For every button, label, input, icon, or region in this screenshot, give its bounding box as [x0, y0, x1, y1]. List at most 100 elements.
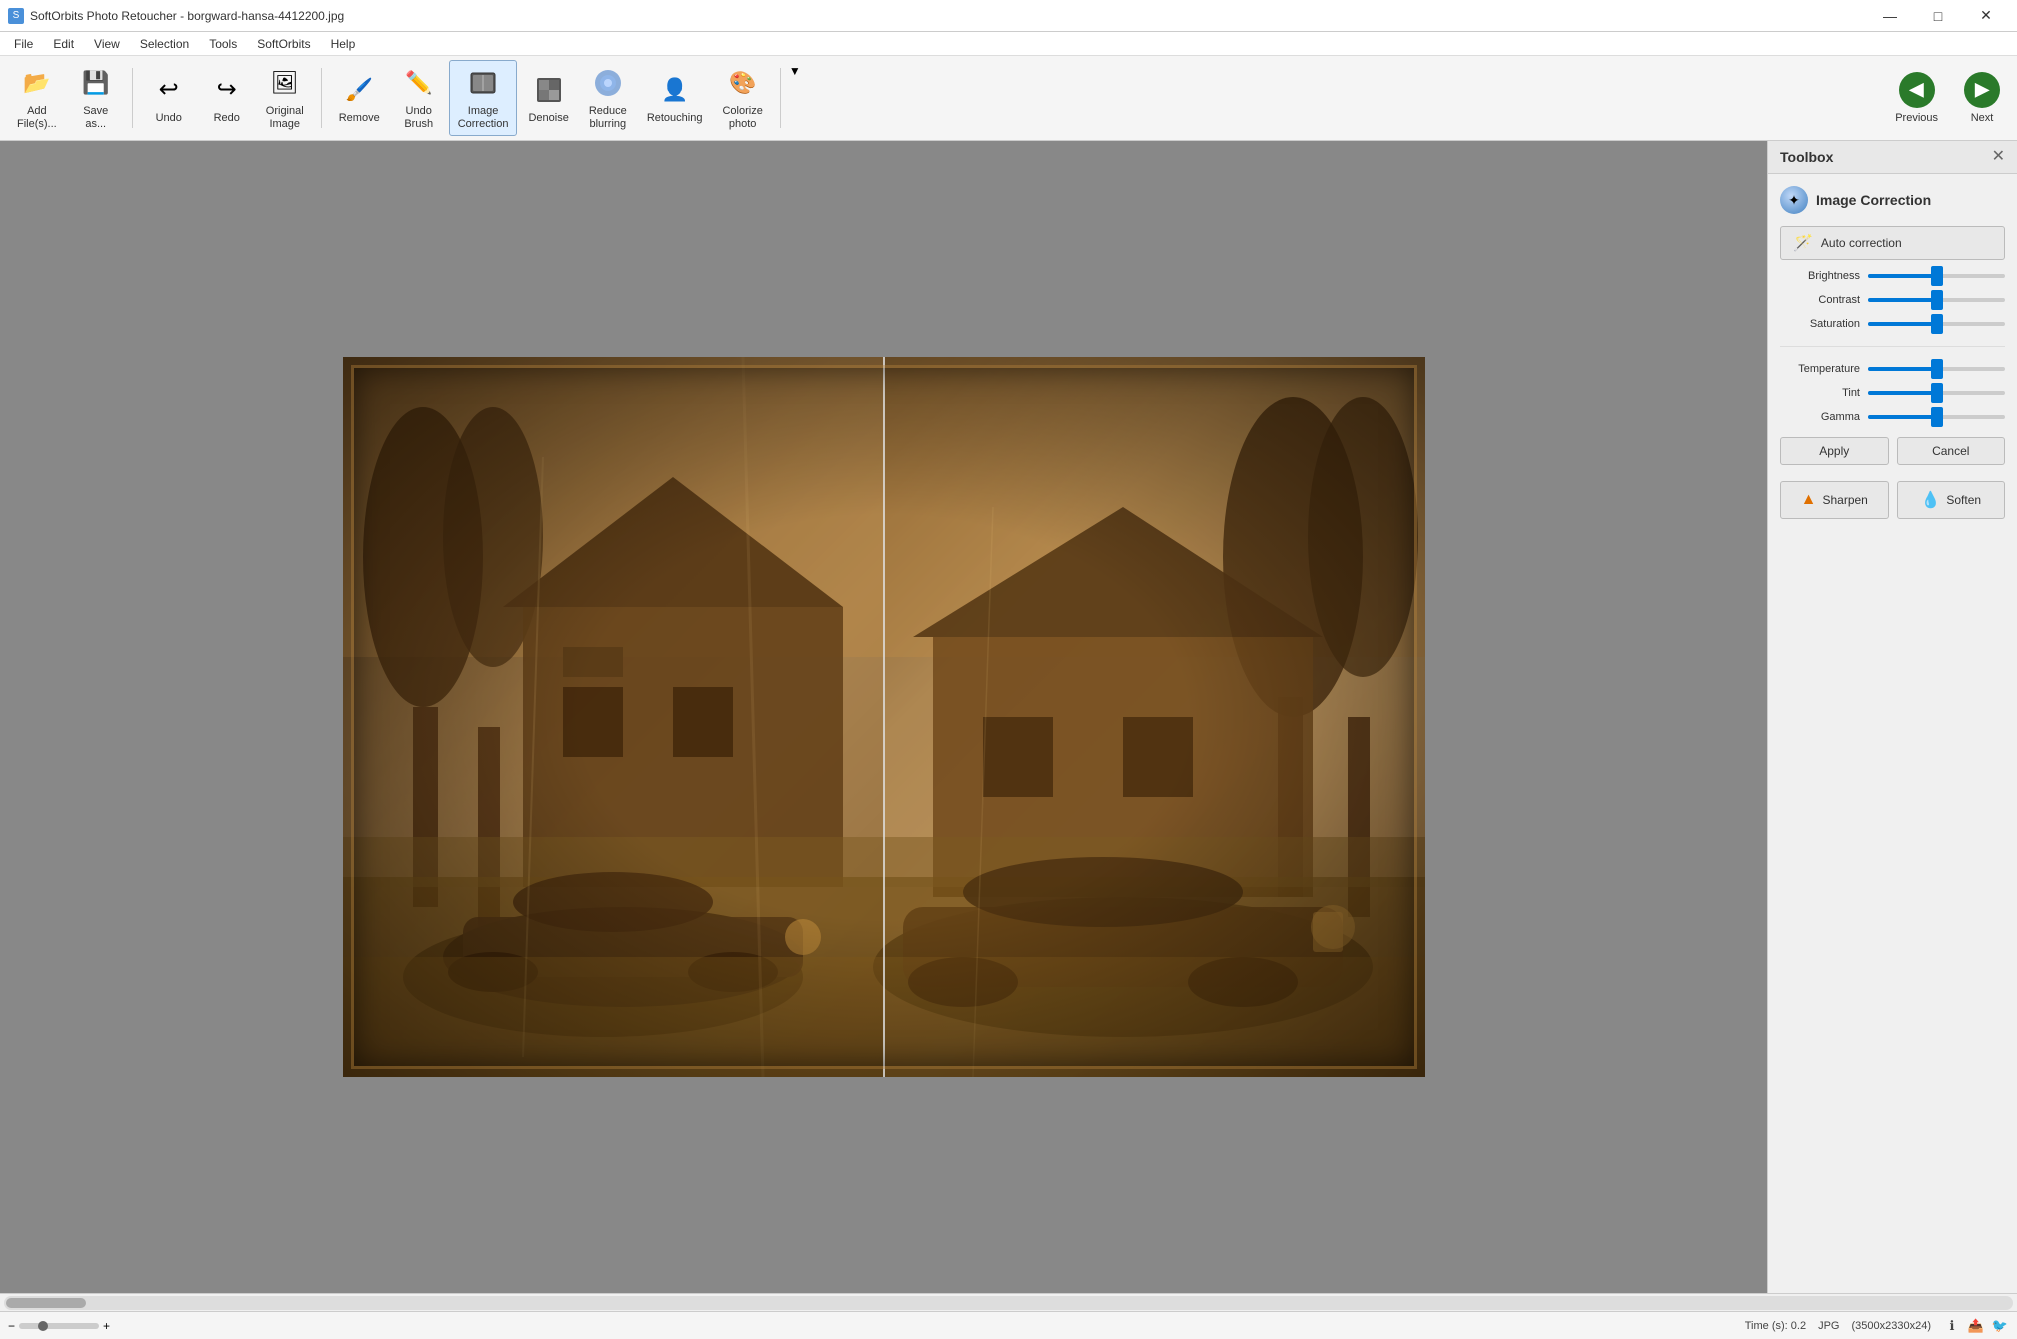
- temperature-slider[interactable]: [1868, 367, 2005, 371]
- scrollbar-area: [0, 1293, 2017, 1311]
- brightness-thumb[interactable]: [1931, 266, 1943, 286]
- status-left: − +: [8, 1319, 110, 1333]
- contrast-fill: [1868, 298, 1937, 302]
- saturation-label: Saturation: [1780, 318, 1860, 330]
- tint-row: Tint: [1780, 387, 2005, 399]
- toolbar-tools-group: 🖌️ Remove ✏️ UndoBrush ImageCorrection: [330, 60, 772, 136]
- cancel-button[interactable]: Cancel: [1897, 437, 2006, 465]
- menu-item-view[interactable]: View: [84, 32, 130, 55]
- denoise-icon: [531, 72, 567, 108]
- reduce-blurring-button[interactable]: Reduceblurring: [580, 60, 636, 136]
- toolbar-sep-2: [321, 68, 322, 128]
- sharpen-icon: ▲: [1801, 491, 1817, 509]
- undo-brush-button[interactable]: ✏️ UndoBrush: [391, 60, 447, 136]
- contrast-slider[interactable]: [1868, 298, 2005, 302]
- toolbox-header: Toolbox ✕: [1768, 141, 2017, 174]
- toolbar-more-button[interactable]: ▼: [789, 64, 801, 78]
- info-icon[interactable]: ℹ: [1943, 1317, 1961, 1335]
- image-correction-button[interactable]: ImageCorrection: [449, 60, 518, 136]
- zoom-out-button[interactable]: −: [8, 1319, 15, 1333]
- brightness-row: Brightness: [1780, 270, 2005, 282]
- share-icon[interactable]: 📤: [1967, 1317, 1985, 1335]
- colorize-photo-icon: 🎨: [725, 65, 761, 101]
- reduce-blurring-label: Reduceblurring: [589, 105, 627, 131]
- saturation-thumb[interactable]: [1931, 314, 1943, 334]
- title-bar-controls: — □ ✕: [1867, 0, 2009, 32]
- image-container: [343, 357, 1425, 1077]
- image-correction-section-title: Image Correction: [1816, 192, 1931, 208]
- temperature-label: Temperature: [1780, 363, 1860, 375]
- status-bar: − + Time (s): 0.2 JPG (3500x2330x24) ℹ 📤…: [0, 1311, 2017, 1339]
- next-button[interactable]: ▶ Next: [1955, 67, 2009, 130]
- zoom-slider-thumb[interactable]: [38, 1321, 48, 1331]
- saturation-slider[interactable]: [1868, 322, 2005, 326]
- undo-button[interactable]: ↩ Undo: [141, 67, 197, 130]
- toolbox-close-button[interactable]: ✕: [1992, 149, 2005, 165]
- menu-item-tools[interactable]: Tools: [199, 32, 247, 55]
- horizontal-scrollbar[interactable]: [4, 1296, 2013, 1310]
- time-status: Time (s): 0.2: [1745, 1320, 1806, 1332]
- menu-item-file[interactable]: File: [4, 32, 43, 55]
- saturation-fill: [1868, 322, 1937, 326]
- gamma-row: Gamma: [1780, 411, 2005, 423]
- reduce-blurring-icon: [590, 65, 626, 101]
- menu-bar: FileEditViewSelectionToolsSoftOrbitsHelp: [0, 32, 2017, 56]
- format-status: JPG: [1818, 1320, 1839, 1332]
- menu-item-edit[interactable]: Edit: [43, 32, 84, 55]
- contrast-label: Contrast: [1780, 294, 1860, 306]
- colorize-photo-button[interactable]: 🎨 Colorizephoto: [713, 60, 771, 136]
- menu-item-softorbits[interactable]: SoftOrbits: [247, 32, 320, 55]
- save-as-icon: 💾: [78, 65, 114, 101]
- social-icon[interactable]: 🐦: [1991, 1317, 2009, 1335]
- original-image-button[interactable]: 🖼 OriginalImage: [257, 60, 313, 136]
- redo-button[interactable]: ↪ Redo: [199, 67, 255, 130]
- denoise-label: Denoise: [528, 112, 568, 125]
- sharpen-button[interactable]: ▲ Sharpen: [1780, 481, 1889, 519]
- brightness-fill: [1868, 274, 1937, 278]
- auto-correction-button[interactable]: 🪄 Auto correction: [1780, 226, 2005, 260]
- undo-brush-label: UndoBrush: [404, 105, 433, 131]
- retouching-button[interactable]: 👤 Retouching: [638, 67, 712, 130]
- minimize-button[interactable]: —: [1867, 0, 1913, 32]
- previous-icon: ◀: [1899, 72, 1935, 108]
- save-as-button[interactable]: 💾 Saveas...: [68, 60, 124, 136]
- close-button[interactable]: ✕: [1963, 0, 2009, 32]
- canvas-area[interactable]: [0, 141, 1767, 1293]
- add-files-button[interactable]: 📂 AddFile(s)...: [8, 60, 66, 136]
- image-display: [343, 357, 1425, 1077]
- undo-label: Undo: [156, 112, 182, 125]
- menu-item-selection[interactable]: Selection: [130, 32, 199, 55]
- menu-item-help[interactable]: Help: [321, 32, 366, 55]
- title-bar-left: S SoftOrbits Photo Retoucher - borgward-…: [8, 8, 344, 24]
- maximize-button[interactable]: □: [1915, 0, 1961, 32]
- gamma-slider[interactable]: [1868, 415, 2005, 419]
- toolbar-sep-1: [132, 68, 133, 128]
- zoom-in-button[interactable]: +: [103, 1319, 110, 1333]
- add-files-icon: 📂: [19, 65, 55, 101]
- remove-button[interactable]: 🖌️ Remove: [330, 67, 389, 130]
- contrast-thumb[interactable]: [1931, 290, 1943, 310]
- temperature-thumb[interactable]: [1931, 359, 1943, 379]
- toolbar-file-group: 📂 AddFile(s)... 💾 Saveas...: [8, 60, 124, 136]
- tint-thumb[interactable]: [1931, 383, 1943, 403]
- remove-icon: 🖌️: [341, 72, 377, 108]
- slider-sep-1: [1780, 346, 2005, 347]
- image-correction-section-icon: ✦: [1780, 186, 1808, 214]
- tint-slider[interactable]: [1868, 391, 2005, 395]
- soften-label: Soften: [1946, 493, 1981, 507]
- gamma-thumb[interactable]: [1931, 407, 1943, 427]
- gamma-fill: [1868, 415, 1937, 419]
- tint-fill: [1868, 391, 1937, 395]
- zoom-slider[interactable]: [19, 1323, 99, 1329]
- brightness-slider[interactable]: [1868, 274, 2005, 278]
- previous-button[interactable]: ◀ Previous: [1886, 67, 1947, 130]
- denoise-button[interactable]: Denoise: [519, 67, 577, 130]
- retouching-label: Retouching: [647, 112, 703, 125]
- gamma-label: Gamma: [1780, 411, 1860, 423]
- apply-button[interactable]: Apply: [1780, 437, 1889, 465]
- soften-button[interactable]: 💧 Soften: [1897, 481, 2006, 519]
- image-correction-icon: [465, 65, 501, 101]
- brightness-label: Brightness: [1780, 270, 1860, 282]
- status-icons: ℹ 📤 🐦: [1943, 1317, 2009, 1335]
- horizontal-scrollbar-thumb[interactable]: [6, 1298, 86, 1308]
